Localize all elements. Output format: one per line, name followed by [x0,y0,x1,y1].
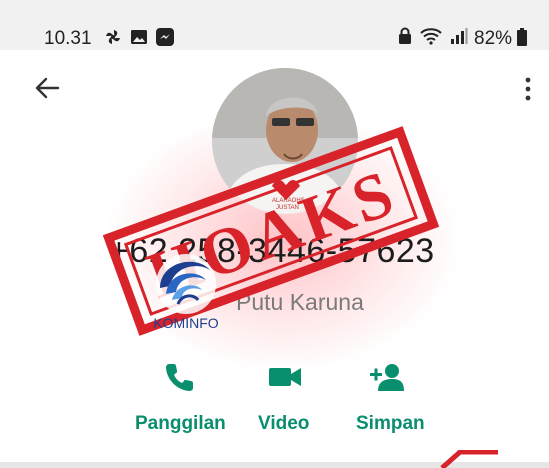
arrow-left-icon[interactable] [34,75,60,101]
logo-text: KOMINFO [153,315,218,331]
save-label[interactable]: Simpan [356,413,425,435]
battery-level: 82% [474,28,528,50]
lock-icon [399,27,411,44]
call-label[interactable]: Panggilan [135,413,226,435]
more-vertical-icon[interactable] [523,77,533,101]
messenger-icon [156,28,174,46]
videocam-icon[interactable] [268,360,302,394]
status-time: 10.31 [44,28,92,49]
status-left-icons [103,27,175,47]
person-add-icon[interactable] [370,360,404,394]
wifi-icon [420,28,442,45]
status-bar: 10.31 82% [0,0,549,50]
signal-icon [451,28,468,44]
battery-icon [517,28,528,46]
stamp-fragment [440,450,498,468]
video-label[interactable]: Video [258,413,309,435]
phone-icon[interactable] [163,360,197,394]
battery-percent: 82% [474,28,513,49]
status-right-icons [398,27,468,45]
kominfo-logo: KOMINFO [153,254,219,331]
fan-icon [106,30,120,44]
image-icon [131,30,147,44]
